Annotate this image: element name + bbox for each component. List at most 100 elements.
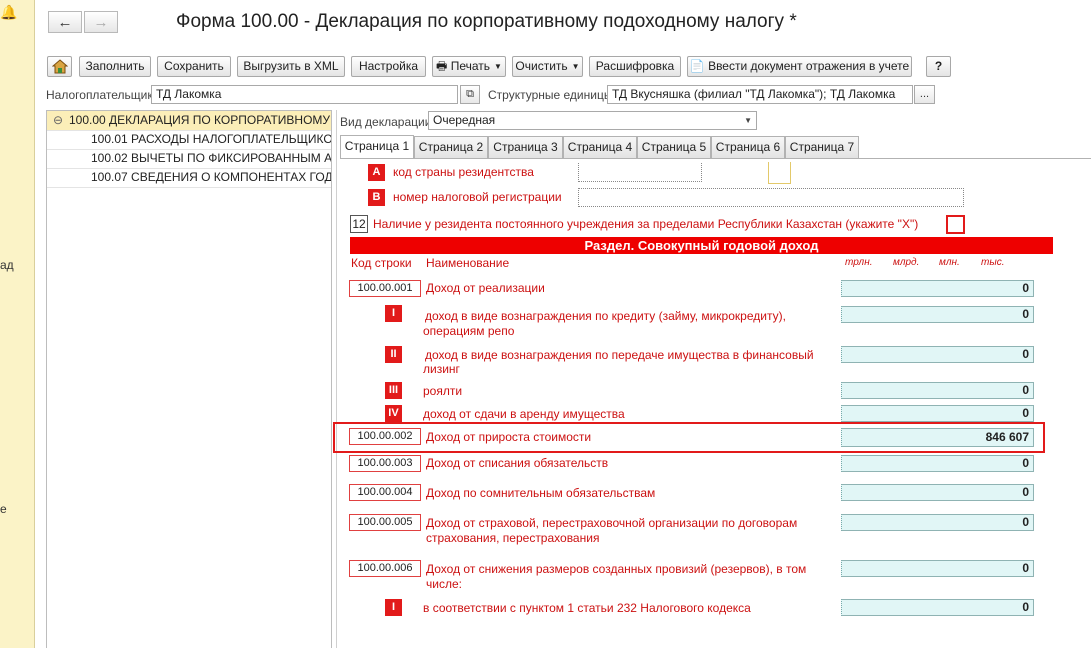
save-button[interactable]: Сохранить <box>157 56 231 77</box>
line-name: Доход от реализации <box>426 281 545 295</box>
line-code: 100.00.006 <box>349 560 421 577</box>
country-select-field[interactable] <box>768 162 791 184</box>
line-code: 100.00.003 <box>349 455 421 472</box>
tax-registration-label: номер налоговой регистрации <box>393 190 562 204</box>
line-number: 12 <box>350 215 368 233</box>
tab-page-7[interactable]: Страница 7 <box>785 136 859 158</box>
declaration-type-select[interactable]: Очередная ▼ <box>428 111 757 130</box>
export-xml-button[interactable]: Выгрузить в XML <box>237 56 345 77</box>
dropdown-arrow-icon: ▼ <box>571 62 580 72</box>
unit-thousands: тыс. <box>981 257 1005 268</box>
bell-icon[interactable]: 🔔 <box>0 4 17 21</box>
line-name: роялти <box>423 384 463 398</box>
dropdown-arrow-icon: ▼ <box>744 116 752 125</box>
tree-item[interactable]: 100.02 ВЫЧЕТЫ ПО ФИКСИРОВАННЫМ АКТИВАМ <box>47 149 332 169</box>
tree-item-label: 100.07 СВЕДЕНИЯ О КОМПОНЕНТАХ ГОДОВОГО <box>91 170 332 184</box>
tab-page-3[interactable]: Страница 3 <box>488 136 563 158</box>
clear-button[interactable]: Очистить ▼ <box>512 56 583 77</box>
dropdown-arrow-icon: ▼ <box>494 62 502 72</box>
row-badge: I <box>385 305 402 322</box>
panel-divider[interactable] <box>336 110 337 648</box>
structural-units-label: Структурные единицы: <box>488 88 616 102</box>
decode-button[interactable]: Расшифровка <box>589 56 681 77</box>
tab-page-5[interactable]: Страница 5 <box>637 136 711 158</box>
permanent-establishment-checkbox[interactable] <box>946 215 965 234</box>
highlight-frame <box>333 422 1045 453</box>
line-code: 100.00.001 <box>349 280 421 297</box>
left-strip-text: е <box>0 502 7 516</box>
section-header: Раздел. Совокупный годовой доход <box>350 237 1053 254</box>
tree-item-label: 100.01 РАСХОДЫ НАЛОГОПЛАТЕЛЬЩИКОВ, К <box>91 132 332 146</box>
tree-item-label: 100.02 ВЫЧЕТЫ ПО ФИКСИРОВАННЫМ АКТИВАМ <box>91 151 332 165</box>
print-label: Печать <box>450 59 491 73</box>
country-code-field[interactable] <box>578 163 702 182</box>
left-panel-strip: 🔔 ад е <box>0 0 35 648</box>
line-name: доход в виде вознаграждения по кредиту (… <box>425 309 786 323</box>
enter-document-label: Ввести документ отражения в учете <box>708 59 910 73</box>
value-field[interactable]: 0 <box>841 280 1034 297</box>
line-name: Доход по сомнительным обязательствам <box>426 486 656 500</box>
forward-button[interactable]: → <box>84 11 118 33</box>
tree-item[interactable]: 100.07 СВЕДЕНИЯ О КОМПОНЕНТАХ ГОДОВОГО <box>47 168 332 188</box>
value-field[interactable]: 0 <box>841 455 1034 472</box>
collapse-icon[interactable]: ⊖ <box>47 111 69 130</box>
row-badge: IV <box>385 405 402 422</box>
row-badge: B <box>368 189 385 206</box>
taxpayer-field[interactable]: ТД Лакомка <box>151 85 458 104</box>
line-name-continued: числе: <box>426 577 462 591</box>
declaration-type-label: Вид декларации: <box>340 115 435 129</box>
country-code-label: код страны резидентства <box>393 165 534 179</box>
open-icon[interactable]: ⧉ <box>460 85 480 104</box>
structural-units-field[interactable]: ТД Вкусняшка (филиал "ТД Лакомка"); ТД Л… <box>607 85 913 104</box>
unit-billions: млрд. <box>893 257 920 268</box>
sections-tree: ⊖100.00 ДЕКЛАРАЦИЯ ПО КОРПОРАТИВНОМУ ПОД… <box>46 110 332 648</box>
line-name-continued: страхования, перестрахования <box>426 531 600 545</box>
value-field[interactable]: 0 <box>841 560 1034 577</box>
line-name: Доход от снижения размеров созданных про… <box>426 562 807 576</box>
permanent-establishment-label: Наличие у резидента постоянного учрежден… <box>373 217 919 231</box>
line-name: Доход от списания обязательств <box>426 456 609 470</box>
value-field[interactable]: 0 <box>841 346 1034 363</box>
tab-page-1[interactable]: Страница 1 <box>340 135 414 159</box>
value-field[interactable]: 0 <box>841 306 1034 323</box>
value-field[interactable]: 0 <box>841 382 1034 399</box>
tree-item[interactable]: 100.01 РАСХОДЫ НАЛОГОПЛАТЕЛЬЩИКОВ, К <box>47 130 332 150</box>
tree-item[interactable]: ⊖100.00 ДЕКЛАРАЦИЯ ПО КОРПОРАТИВНОМУ ПОД… <box>47 111 331 131</box>
row-badge: A <box>368 164 385 181</box>
line-name: Доход от страховой, перестраховочной орг… <box>426 516 798 530</box>
enter-document-button[interactable]: 📄 Ввести документ отражения в учете <box>687 56 912 77</box>
value-field[interactable]: 0 <box>841 599 1034 616</box>
window-title: Форма 100.00 - Декларация по корпоративн… <box>176 11 797 32</box>
line-code: 100.00.005 <box>349 514 421 531</box>
back-button[interactable]: ← <box>48 11 82 33</box>
fill-button[interactable]: Заполнить <box>79 56 151 77</box>
taxpayer-label: Налогоплательщик: <box>46 88 156 102</box>
row-badge: III <box>385 382 402 399</box>
clear-label: Очистить <box>515 59 568 73</box>
tab-page-4[interactable]: Страница 4 <box>563 136 637 158</box>
unit-millions: млн. <box>939 257 960 268</box>
print-button[interactable]: 🖶 Печать ▼ <box>432 56 506 77</box>
house-report-icon <box>51 59 68 74</box>
unit-trillions: трлн. <box>845 257 873 268</box>
value-field[interactable]: 0 <box>841 405 1034 422</box>
settings-button[interactable]: Настройка <box>351 56 426 77</box>
report-icon-button[interactable] <box>47 56 72 77</box>
document-icon: 📄 <box>689 59 705 73</box>
line-code: 100.00.004 <box>349 484 421 501</box>
row-badge: I <box>385 599 402 616</box>
column-header-name: Наименование <box>426 256 510 270</box>
tab-page-2[interactable]: Страница 2 <box>414 136 488 158</box>
left-strip-text: ад <box>0 258 14 272</box>
printer-icon: 🖶 <box>436 59 448 73</box>
help-button[interactable]: ? <box>926 56 951 77</box>
value-field[interactable]: 0 <box>841 484 1034 501</box>
column-header-code: Код строки <box>351 256 412 270</box>
row-badge: II <box>385 346 402 363</box>
tab-page-6[interactable]: Страница 6 <box>711 136 785 158</box>
units-select-button[interactable]: ... <box>914 85 935 104</box>
value-field[interactable]: 0 <box>841 514 1034 531</box>
line-name-continued: лизинг <box>423 362 460 376</box>
tax-registration-field[interactable] <box>578 188 964 207</box>
tree-item-label: 100.00 ДЕКЛАРАЦИЯ ПО КОРПОРАТИВНОМУ ПОДО… <box>69 113 331 127</box>
